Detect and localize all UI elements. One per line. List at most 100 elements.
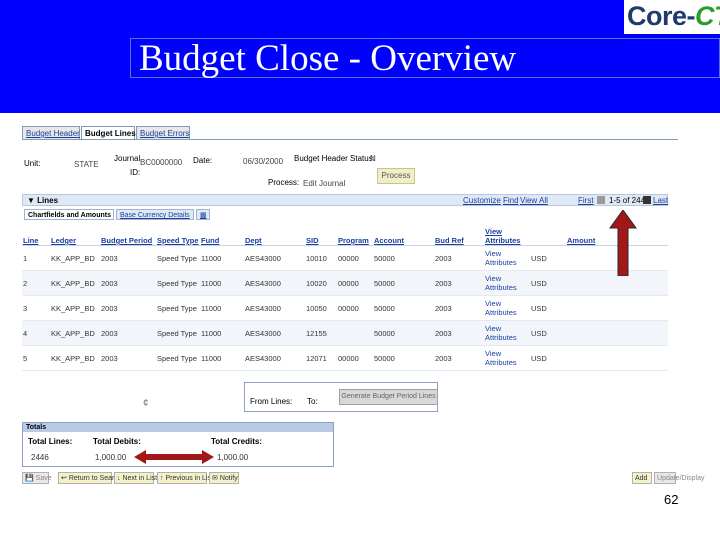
cell-sid[interactable]: 12071 bbox=[305, 345, 337, 371]
cell-account[interactable]: 50000 bbox=[373, 245, 434, 271]
page-toolbar: 💾 Save ↩ Return to Search ↓ Next in List… bbox=[18, 472, 704, 486]
cell-bud-ref[interactable]: 2003 bbox=[434, 245, 484, 271]
process-button[interactable]: Process bbox=[377, 168, 415, 184]
to-label: To: bbox=[307, 397, 318, 406]
first-link[interactable]: First bbox=[578, 195, 594, 206]
cell-program[interactable] bbox=[337, 320, 373, 346]
table-row: 1 KK_APP_BD 2003 Speed Type 11000 AES430… bbox=[22, 245, 668, 271]
cell-speed-type[interactable]: Speed Type bbox=[156, 320, 200, 346]
cell-fund[interactable]: 11000 bbox=[200, 270, 244, 296]
show-all-columns-icon[interactable]: ▦ bbox=[196, 209, 210, 220]
cell-speed-type[interactable]: Speed Type bbox=[156, 345, 200, 371]
cell-account[interactable]: 50000 bbox=[373, 345, 434, 371]
cell-amount[interactable] bbox=[566, 320, 668, 346]
cell-sid[interactable]: 10010 bbox=[305, 245, 337, 271]
add-button[interactable]: Add bbox=[632, 472, 652, 484]
cell-speed-type[interactable]: Speed Type bbox=[156, 245, 200, 271]
view-attributes-link[interactable]: View Attributes bbox=[484, 345, 530, 371]
cell-dept[interactable]: AES43000 bbox=[244, 295, 305, 321]
cell-bud-ref[interactable]: 2003 bbox=[434, 320, 484, 346]
cell-dept[interactable]: AES43000 bbox=[244, 345, 305, 371]
col-account[interactable]: Account bbox=[373, 223, 434, 246]
header-status-label: Budget Header Status: bbox=[294, 154, 375, 163]
cell-ledger[interactable]: KK_APP_BD bbox=[50, 270, 100, 296]
cell-bud-ref[interactable]: 2003 bbox=[434, 295, 484, 321]
col-sid[interactable]: SID bbox=[305, 223, 337, 246]
cell-sid[interactable]: 10020 bbox=[305, 270, 337, 296]
col-bud-ref[interactable]: Bud Ref bbox=[434, 223, 484, 246]
tab-budget-header[interactable]: Budget Header bbox=[22, 126, 80, 139]
cell-budget-period[interactable]: 2003 bbox=[100, 245, 156, 271]
cell-bud-ref[interactable]: 2003 bbox=[434, 270, 484, 296]
find-link[interactable]: Find bbox=[503, 195, 519, 206]
cell-ledger[interactable]: KK_APP_BD bbox=[50, 320, 100, 346]
col-line[interactable]: Line bbox=[22, 223, 50, 246]
lines-table-header: Line Ledger Budget Period Speed Type Fun… bbox=[22, 223, 668, 246]
process-select[interactable]: Edit Journal bbox=[303, 179, 345, 188]
cell-ledger[interactable]: KK_APP_BD bbox=[50, 295, 100, 321]
cell-account[interactable]: 50000 bbox=[373, 270, 434, 296]
cell-line: 4 bbox=[22, 320, 50, 346]
cell-budget-period[interactable]: 2003 bbox=[100, 295, 156, 321]
update-display-button[interactable]: Update/Display bbox=[654, 472, 704, 484]
cell-speed-type[interactable]: Speed Type bbox=[156, 295, 200, 321]
last-link[interactable]: Last bbox=[653, 195, 668, 206]
cell-amount[interactable] bbox=[566, 295, 668, 321]
next-arrow-icon[interactable] bbox=[643, 196, 651, 204]
cell-dept[interactable]: AES43000 bbox=[244, 270, 305, 296]
table-row: 5 KK_APP_BD 2003 Speed Type 11000 AES430… bbox=[22, 345, 668, 371]
cell-fund[interactable]: 11000 bbox=[200, 245, 244, 271]
col-dept[interactable]: Dept bbox=[244, 223, 305, 246]
cell-program[interactable]: 00000 bbox=[337, 295, 373, 321]
view-attributes-link[interactable]: View Attributes bbox=[484, 245, 530, 271]
return-to-search-button[interactable]: ↩ Return to Search bbox=[58, 472, 122, 484]
cell-bud-ref[interactable]: 2003 bbox=[434, 345, 484, 371]
cell-amount[interactable] bbox=[566, 345, 668, 371]
cursor-icon: ¢ bbox=[143, 398, 149, 409]
cell-account[interactable]: 50000 bbox=[373, 320, 434, 346]
cell-budget-period[interactable]: 2003 bbox=[100, 345, 156, 371]
col-ledger[interactable]: Ledger bbox=[50, 223, 100, 246]
tab-budget-errors[interactable]: Budget Errors bbox=[136, 126, 190, 139]
unit-value: STATE bbox=[74, 160, 99, 169]
cell-program[interactable]: 00000 bbox=[337, 245, 373, 271]
cell-program[interactable]: 00000 bbox=[337, 345, 373, 371]
cell-ledger[interactable]: KK_APP_BD bbox=[50, 245, 100, 271]
next-in-list-button[interactable]: ↓ Next in List bbox=[114, 472, 157, 484]
tab-budget-lines[interactable]: Budget Lines bbox=[81, 126, 136, 139]
cell-sid[interactable]: 10050 bbox=[305, 295, 337, 321]
cell-account[interactable]: 50000 bbox=[373, 295, 434, 321]
cell-budget-period[interactable]: 2003 bbox=[100, 320, 156, 346]
view-all-link[interactable]: View All bbox=[520, 195, 548, 206]
col-speed-type[interactable]: Speed Type bbox=[156, 223, 200, 246]
view-attributes-link[interactable]: View Attributes bbox=[484, 295, 530, 321]
cell-fund[interactable]: 11000 bbox=[200, 295, 244, 321]
col-program[interactable]: Program bbox=[337, 223, 373, 246]
col-fund[interactable]: Fund bbox=[200, 223, 244, 246]
customize-link[interactable]: Customize bbox=[463, 195, 501, 206]
cell-program[interactable]: 00000 bbox=[337, 270, 373, 296]
previous-arrow-icon[interactable] bbox=[597, 196, 605, 204]
tab-base-currency-details[interactable]: Base Currency Details bbox=[116, 209, 194, 220]
cell-fund[interactable]: 11000 bbox=[200, 320, 244, 346]
table-row: 3 KK_APP_BD 2003 Speed Type 11000 AES430… bbox=[22, 295, 668, 321]
view-attributes-link[interactable]: View Attributes bbox=[484, 320, 530, 346]
previous-in-list-button[interactable]: ↑ Previous in List bbox=[157, 472, 213, 484]
generate-budget-period-lines-button[interactable]: Generate Budget Period Lines bbox=[339, 389, 438, 405]
cell-sid[interactable]: 12155 bbox=[305, 320, 337, 346]
notify-button[interactable]: ✉ Notify bbox=[209, 472, 239, 484]
col-budget-period[interactable]: Budget Period bbox=[100, 223, 156, 246]
tab-chartfields-amounts[interactable]: Chartfields and Amounts bbox=[24, 209, 114, 220]
slide-header: Budget Close - Overview Core-CT bbox=[0, 0, 720, 113]
cell-budget-period[interactable]: 2003 bbox=[100, 270, 156, 296]
cell-ledger[interactable]: KK_APP_BD bbox=[50, 345, 100, 371]
save-button[interactable]: 💾 Save bbox=[22, 472, 52, 484]
view-attributes-link[interactable]: View Attributes bbox=[484, 270, 530, 296]
cell-speed-type[interactable]: Speed Type bbox=[156, 270, 200, 296]
cell-dept[interactable]: AES43000 bbox=[244, 320, 305, 346]
col-currency bbox=[530, 223, 566, 246]
cell-dept[interactable]: AES43000 bbox=[244, 245, 305, 271]
col-view-attributes[interactable]: View Attributes bbox=[484, 223, 530, 246]
journal-id-label: ID: bbox=[130, 168, 141, 177]
cell-fund[interactable]: 11000 bbox=[200, 345, 244, 371]
